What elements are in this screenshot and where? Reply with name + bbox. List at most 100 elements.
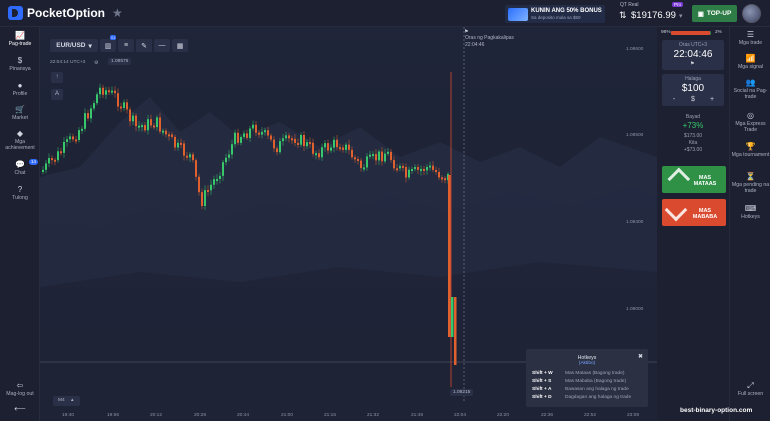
sidebar-item-hotkeys[interactable]: ⌨ Hotkeys [730,204,770,220]
chevron-up-icon: ▴ [71,398,74,403]
candle [45,163,47,170]
line-tool-button[interactable]: — [154,39,170,52]
close-icon[interactable]: ✖ [638,353,643,360]
candle [291,138,293,141]
sidebar-item-achievements[interactable]: ◆ Mga achievement [0,129,40,151]
candle [297,142,299,145]
sidebar-item-pending[interactable]: ⏳ Mga pending na trade [730,172,770,194]
candle [249,128,251,138]
sidebar-item-express[interactable]: ◎ Mga Express Trade [730,111,770,133]
sidebar-item-market[interactable]: 🛒 Market [0,105,40,121]
bonus-banner[interactable]: KUNIN ANG 50% BONUS Sa deposito mula sa … [505,5,605,23]
fullscreen-button[interactable]: ⤢ Full screen [730,381,770,397]
candle [312,142,314,154]
candle [252,124,254,129]
candle [414,167,416,170]
candle [186,155,188,158]
sidebar-item-social[interactable]: 👥 Social na Pag-trade [730,78,770,100]
sidebar-item-chat[interactable]: 💬 14 Chat [0,159,40,176]
currency-button[interactable]: $ [683,96,703,103]
candle [315,153,317,156]
payout-percent: +73% [682,121,704,130]
candle [384,153,386,162]
candle [285,135,287,139]
candle [54,159,56,162]
x-tick: 21:32 [367,413,380,418]
scroll-up-button[interactable]: ↑ [51,72,63,83]
sidebar-item-tournaments[interactable]: 🏆 Mga tournament [730,142,770,158]
arrow-down-icon [664,198,688,222]
candle [243,133,245,137]
candle [63,141,65,153]
layout-button[interactable]: ▦ [172,39,188,52]
sidebar-item-trades[interactable]: ☰ Mga trade [730,30,770,46]
cart-icon: 🛒 [15,105,25,114]
candle [420,168,422,171]
drawing-button[interactable]: ✎ [136,39,152,52]
decrease-button[interactable]: - [664,96,684,103]
candle [135,115,137,127]
hotkey-desc: Mas Mataas (Bagong trade) [565,371,625,376]
topup-button[interactable]: ▣ TOP-UP [692,5,737,22]
candle [240,136,242,143]
logout-icon: ⇦ [16,381,24,390]
buy-higher-button[interactable]: MAS MATAAS [662,166,726,193]
candle [360,160,362,168]
candle [72,136,74,140]
sidebar-item-trade[interactable]: 📈 Pag-trade [0,31,40,47]
trophy-icon: 🏆 [745,142,756,151]
candle [426,167,428,171]
candle [153,125,155,128]
sidebar-item-profile[interactable]: ● Profile [0,81,40,97]
increase-button[interactable]: + [702,96,722,103]
indicators-button[interactable]: ≡ [118,39,134,52]
sell-lower-button[interactable]: MAS MABABA [662,198,726,226]
candle [237,132,239,143]
candle [441,177,443,180]
candle [228,154,230,158]
chart-type-button[interactable]: ▥ 01 [100,35,117,52]
candle [282,138,284,142]
avatar[interactable] [742,4,761,23]
auto-scale-button[interactable]: A [51,89,63,100]
candle [159,117,161,132]
hotkey-key: Shift + S [532,379,552,384]
candle [213,179,215,185]
sidebar-item-signals[interactable]: 📶 Mga signal [730,54,770,70]
collapse-button[interactable]: ⟵ [0,404,40,414]
gear-icon[interactable]: ⚙ [94,60,98,66]
candle [246,133,248,138]
account-selector[interactable]: QT Real Pro ⇅ $19176.99 ▾ [617,2,689,24]
time-box[interactable]: Oras UTC+3 22:04:46 ⚑ [662,40,724,70]
candle [288,135,290,139]
logo[interactable]: PocketOption [8,6,105,20]
candle [423,168,425,171]
timeframe-selector[interactable]: M4 ▴ [53,396,80,406]
sidebar-item-help[interactable]: ? Tulong [0,185,40,201]
logout-button[interactable]: ⇦ Mag-log out [0,381,40,397]
payout-label: Bayad [685,114,701,120]
sidebar-item-label: Pag-trade [8,41,32,47]
express-icon: ◎ [747,111,754,120]
amount-box[interactable]: Halaga $100 - $ + [662,74,724,106]
pair-selector[interactable]: EUR/USD ▾ [50,39,98,52]
candle [258,132,260,135]
buy-label: MAS MATAAS [693,175,717,187]
candle [210,184,212,191]
candle [342,147,344,150]
candle [255,124,257,133]
favorite-star-icon[interactable]: ★ [112,6,123,20]
candle [276,148,278,153]
candle [261,131,263,135]
x-tick: 21:00 [281,413,294,418]
chevron-down-icon: ▾ [88,42,92,50]
left-sidebar: 📈 Pag-trade $ Pinansya ● Profile 🛒 Marke… [0,27,40,421]
current-price-label: 1.08215 [450,389,474,396]
candle [99,87,101,95]
sidebar-item-finance[interactable]: $ Pinansya [0,56,40,72]
pair-label: EUR/USD [56,42,86,49]
grid-icon: ▦ [176,42,184,50]
expiry-time: 22:04:46 [465,42,485,48]
pro-badge: Pro [672,2,684,7]
sidebar-item-label: Mga trade [738,40,763,46]
